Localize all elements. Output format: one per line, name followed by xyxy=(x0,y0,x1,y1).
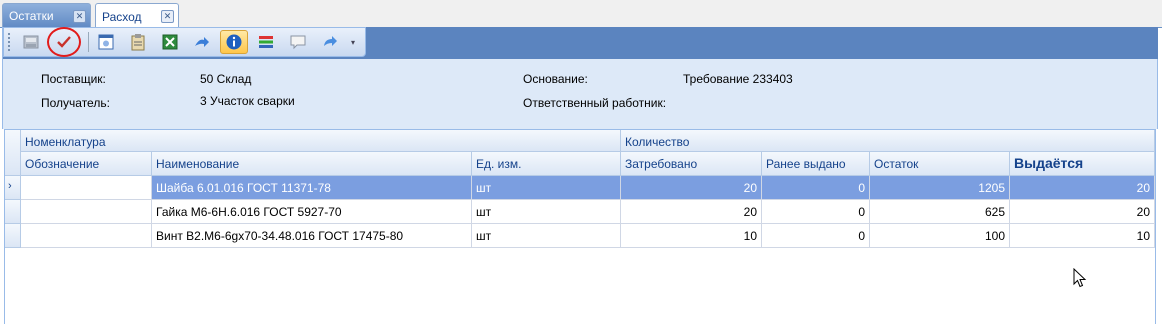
toolbar: ▾ xyxy=(3,27,366,57)
tab-ostatki[interactable]: Остатки ✕ xyxy=(2,3,91,28)
column-header-remainder[interactable]: Остаток xyxy=(870,152,1010,176)
group-header-quantity: Количество xyxy=(621,130,1155,152)
basis-value: Требование 233403 xyxy=(683,72,793,86)
tab-label: Расход xyxy=(102,9,142,24)
mouse-cursor-icon xyxy=(1073,268,1087,288)
supplier-value: 50 Склад xyxy=(200,72,252,86)
header-bar: ▾ xyxy=(2,27,1158,59)
info-icon xyxy=(226,34,242,50)
table-row[interactable]: Гайка М6-6Н.6.016 ГОСТ 5927-70 шт 20 0 6… xyxy=(5,200,1155,224)
cell-name[interactable]: Гайка М6-6Н.6.016 ГОСТ 5927-70 xyxy=(152,200,472,224)
tab-label: Остатки xyxy=(9,9,54,23)
cell-requested[interactable]: 20 xyxy=(621,200,762,224)
column-header-issued-before[interactable]: Ранее выдано xyxy=(762,152,870,176)
dropdown-icon[interactable]: ▾ xyxy=(348,38,358,47)
save-icon xyxy=(23,35,39,49)
close-icon[interactable]: ✕ xyxy=(73,9,86,23)
column-header-designation[interactable]: Обозначение xyxy=(21,152,152,176)
cell-remainder[interactable]: 625 xyxy=(870,200,1010,224)
cell-designation[interactable] xyxy=(21,224,152,248)
forward-arrows-icon xyxy=(195,37,209,47)
cell-remainder[interactable]: 1205 xyxy=(870,176,1010,200)
cell-issued-before[interactable]: 0 xyxy=(762,224,870,248)
basis-label: Основание: xyxy=(523,72,588,86)
document-icon xyxy=(98,34,114,50)
cell-remainder[interactable]: 100 xyxy=(870,224,1010,248)
table-row[interactable]: › Шайба 6.01.016 ГОСТ 11371-78 шт 20 0 1… xyxy=(5,176,1155,200)
toolbar-separator xyxy=(88,32,89,52)
column-header-issuing[interactable]: Выдаётся xyxy=(1010,152,1155,176)
cell-name[interactable]: Винт В2.М6-6gx70-34.48.016 ГОСТ 17475-80 xyxy=(152,224,472,248)
toolbar-grip[interactable] xyxy=(8,33,11,51)
save-button[interactable] xyxy=(17,30,45,54)
cell-requested[interactable]: 10 xyxy=(621,224,762,248)
confirm-button[interactable] xyxy=(47,27,81,57)
checkmark-icon xyxy=(57,36,71,48)
comment-button[interactable] xyxy=(284,30,312,54)
receiver-value: 3 Участок сварки xyxy=(200,94,295,108)
clipboard-button[interactable] xyxy=(124,30,152,54)
redo-arrow-icon xyxy=(324,36,337,46)
cell-issued-before[interactable]: 0 xyxy=(762,176,870,200)
stack-button[interactable] xyxy=(252,30,280,54)
cell-designation[interactable] xyxy=(21,200,152,224)
row-indicator[interactable]: › xyxy=(5,176,21,200)
column-header-requested[interactable]: Затребовано xyxy=(621,152,762,176)
close-icon[interactable]: ✕ xyxy=(161,10,174,23)
tab-rashod[interactable]: Расход ✕ xyxy=(95,3,179,29)
cell-issuing[interactable]: 10 xyxy=(1010,224,1155,248)
document-details: Поставщик: 50 Склад Получатель: 3 Участо… xyxy=(2,59,1158,129)
stack-icon xyxy=(259,36,273,48)
selected-row-marker: › xyxy=(8,180,12,192)
responsible-label: Ответственный работник: xyxy=(523,96,667,110)
row-indicator[interactable] xyxy=(5,224,21,248)
supplier-label: Поставщик: xyxy=(41,72,106,86)
clipboard-icon xyxy=(131,34,145,51)
info-button[interactable] xyxy=(220,30,248,54)
cell-name[interactable]: Шайба 6.01.016 ГОСТ 11371-78 xyxy=(152,176,472,200)
cell-unit[interactable]: шт xyxy=(472,200,621,224)
redo-button[interactable] xyxy=(316,30,344,54)
column-header-name[interactable]: Наименование xyxy=(152,152,472,176)
excel-icon xyxy=(162,34,178,50)
group-header-nomenclature: Номенклатура xyxy=(21,130,621,152)
column-header-unit[interactable]: Ед. изм. xyxy=(472,152,621,176)
row-indicator-header xyxy=(5,130,21,176)
items-grid: Номенклатура Количество Обозначение Наим… xyxy=(4,129,1156,324)
cell-requested[interactable]: 20 xyxy=(621,176,762,200)
cell-issued-before[interactable]: 0 xyxy=(762,200,870,224)
receiver-label: Получатель: xyxy=(41,96,110,110)
cell-unit[interactable]: шт xyxy=(472,224,621,248)
table-row[interactable]: Винт В2.М6-6gx70-34.48.016 ГОСТ 17475-80… xyxy=(5,224,1155,248)
cell-designation[interactable] xyxy=(21,176,152,200)
tab-strip: Остатки ✕ Расход ✕ xyxy=(0,0,1162,29)
forward-button[interactable] xyxy=(188,30,216,54)
row-indicator[interactable] xyxy=(5,200,21,224)
document-button[interactable] xyxy=(92,30,120,54)
excel-button[interactable] xyxy=(156,30,184,54)
cell-issuing[interactable]: 20 xyxy=(1010,176,1155,200)
cell-unit[interactable]: шт xyxy=(472,176,621,200)
cell-issuing[interactable]: 20 xyxy=(1010,200,1155,224)
comment-icon xyxy=(290,35,306,50)
